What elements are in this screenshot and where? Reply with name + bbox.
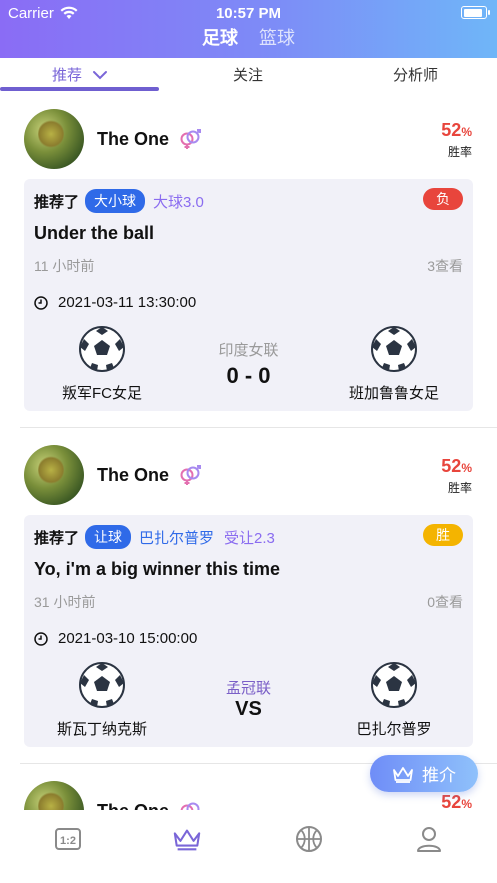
crown-icon xyxy=(393,766,413,783)
nav-recommend[interactable] xyxy=(172,824,202,854)
app-header: Carrier 10:57 PM 足球 篮球 xyxy=(0,0,497,58)
win-rate-label: 胜率 xyxy=(447,145,472,159)
home-team: 叛军FC女足 xyxy=(62,385,142,402)
win-rate-value: 52 xyxy=(441,792,462,810)
win-rate-value: 52 xyxy=(441,120,462,140)
posted-time: 31 小时前 xyxy=(34,594,96,610)
away-team: 班加鲁鲁女足 xyxy=(348,385,439,402)
tab-recommend[interactable]: 推荐 xyxy=(52,64,108,85)
avatar[interactable] xyxy=(24,109,84,169)
gender-icon xyxy=(180,465,201,485)
league-name: 印度女联 xyxy=(218,342,279,359)
tab-football[interactable]: 足球 xyxy=(202,24,238,50)
crown-icon xyxy=(173,829,201,851)
nav-basketball[interactable] xyxy=(294,824,324,854)
win-rate: 52% 胜率 xyxy=(441,456,472,496)
recommend-line: 推荐了 让球 巴扎尔普罗 受让2.3 xyxy=(34,525,285,549)
recommend-line: 推荐了 大小球 大球3.0 xyxy=(34,189,214,213)
match-datetime: 2021-03-10 15:00:00 xyxy=(34,630,197,647)
win-rate-unit: % xyxy=(461,125,472,139)
market-badge: 让球 xyxy=(85,525,132,549)
pick-label: 大球3.0 xyxy=(153,193,204,211)
nav-scores[interactable]: 1:2 xyxy=(53,824,83,854)
avatar[interactable] xyxy=(24,781,84,810)
result-badge: 胜 xyxy=(423,524,463,546)
pick-label: 受让2.3 xyxy=(224,529,275,547)
gender-icon xyxy=(180,129,201,149)
match-datetime: 2021-03-11 13:30:00 xyxy=(34,294,196,311)
basketball-icon xyxy=(296,826,322,852)
sport-tabs: 足球 篮球 xyxy=(0,24,497,50)
username[interactable]: The One xyxy=(97,465,169,486)
recommend-label: 推荐了 xyxy=(34,193,80,211)
match-datetime-text: 2021-03-10 15:00:00 xyxy=(58,630,198,647)
tip-headline: Yo, i'm a big winner this time xyxy=(34,559,280,579)
status-time: 10:57 PM xyxy=(215,5,282,22)
divider xyxy=(20,427,497,428)
posted-time: 11 小时前 xyxy=(34,258,95,274)
fab-label: 推介 xyxy=(422,766,456,785)
win-rate-label: 胜率 xyxy=(447,481,472,495)
tip-panel[interactable]: 推荐了 让球 巴扎尔普罗 受让2.3 胜 Yo, i'm a big winne… xyxy=(24,515,473,747)
home-team: 斯瓦丁纳克斯 xyxy=(56,721,147,738)
match-datetime-text: 2021-03-11 13:30:00 xyxy=(58,294,197,311)
profile-icon xyxy=(417,827,441,852)
tip-headline: Under the ball xyxy=(34,223,155,243)
win-rate: 52% xyxy=(441,792,472,810)
away-team: 巴扎尔普罗 xyxy=(356,721,432,738)
feed-tabs: 推荐 关注 分析师 xyxy=(0,58,497,94)
username[interactable]: The One xyxy=(97,129,169,150)
tab-basketball[interactable]: 篮球 xyxy=(259,24,295,50)
tab-follow[interactable]: 关注 xyxy=(233,64,263,85)
recommend-label: 推荐了 xyxy=(34,529,80,547)
result-badge: 负 xyxy=(423,188,463,210)
recommend-fab-button[interactable]: 推介 xyxy=(370,755,478,792)
status-bar: Carrier 10:57 PM xyxy=(0,4,497,22)
clock-icon xyxy=(34,631,48,646)
win-rate-unit: % xyxy=(461,797,472,810)
league-name: 孟冠联 xyxy=(225,680,271,697)
bottom-nav: 1:2 xyxy=(0,810,497,883)
win-rate: 52% 胜率 xyxy=(441,120,472,160)
view-count: 3查看 xyxy=(427,258,463,274)
username[interactable]: The One xyxy=(97,801,169,810)
clock-icon xyxy=(34,295,48,310)
view-count: 0查看 xyxy=(427,594,463,610)
win-rate-unit: % xyxy=(461,461,472,475)
battery-icon xyxy=(461,6,490,19)
tab-analysts[interactable]: 分析师 xyxy=(393,64,438,85)
post-card[interactable]: The One 52% 胜率 推荐了 大小球 大球3.0 负 Under the… xyxy=(0,94,497,424)
active-tab-indicator xyxy=(0,87,159,91)
svg-text:1:2: 1:2 xyxy=(60,835,76,847)
market-badge: 大小球 xyxy=(85,189,146,213)
pick-team: 巴扎尔普罗 xyxy=(139,529,215,547)
tab-recommend-label: 推荐 xyxy=(52,67,83,84)
post-card[interactable]: The One 52% 胜率 推荐了 让球 巴扎尔普罗 受让2.3 胜 Yo, … xyxy=(0,430,497,760)
avatar[interactable] xyxy=(24,445,84,505)
nav-profile[interactable] xyxy=(414,824,444,854)
chevron-down-icon xyxy=(93,70,108,79)
tip-panel[interactable]: 推荐了 大小球 大球3.0 负 Under the ball 11 小时前 3查… xyxy=(24,179,473,411)
scoreboard-icon: 1:2 xyxy=(55,828,81,850)
gender-icon xyxy=(180,802,200,810)
win-rate-value: 52 xyxy=(441,456,462,476)
